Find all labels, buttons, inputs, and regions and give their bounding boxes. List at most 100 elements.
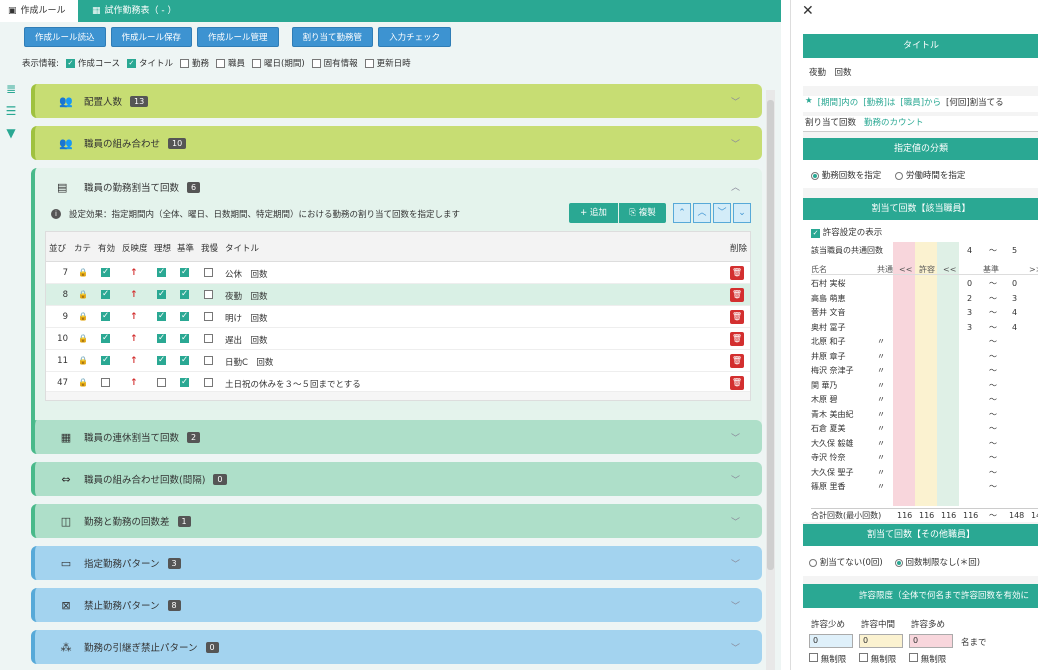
section-designated-pattern[interactable]: ▭ 指定勤務パターン 3 ﹀ — [31, 546, 762, 580]
ideal-checkbox[interactable]: ✓ — [157, 356, 166, 365]
base-checkbox[interactable]: ✓ — [180, 290, 189, 299]
staff-row[interactable]: 木原 碧〃～ — [811, 394, 1038, 405]
base-checkbox[interactable]: ✓ — [180, 312, 189, 321]
staff-row[interactable]: 菅井 文音 3 ～ 4 — [811, 307, 1038, 318]
staff-row[interactable]: 篠原 里香〃～ — [811, 481, 1038, 492]
copy-rule-button[interactable]: ⎘ 複製 — [619, 203, 666, 223]
ideal-checkbox[interactable]: ✓ — [157, 290, 166, 299]
scrollbar-thumb[interactable] — [767, 100, 774, 570]
save-rules-button[interactable]: 作成ルール保存 — [110, 27, 193, 47]
display-unique-checkbox[interactable]: 固有情報 — [311, 57, 358, 69]
table-row[interactable]: 11 🔒 ✓ ↑ ✓ ✓ 日勤C 回数 🗑 — [46, 350, 750, 372]
table-row[interactable]: 10 🔒 ✓ ↑ ✓ ✓ 遅出 回数 🗑 — [46, 328, 750, 350]
valid-checkbox[interactable]: ✓ — [101, 334, 110, 343]
panel-header[interactable]: ▤ 職員の勤務割当て回数 6 — [57, 180, 201, 194]
ideal-checkbox[interactable]: ✓ — [157, 268, 166, 277]
spec-count-radio[interactable]: 勤務回数を指定 — [811, 169, 881, 181]
assign-shift-button[interactable]: 割り当て勤務管 — [291, 27, 374, 47]
trash-icon[interactable]: 🗑 — [730, 310, 744, 324]
trash-icon[interactable]: 🗑 — [730, 354, 744, 368]
patience-checkbox[interactable] — [204, 378, 213, 387]
move-bottom-button[interactable]: ⌄ — [733, 203, 751, 223]
move-top-button[interactable]: ⌃ — [673, 203, 691, 223]
staff-row[interactable]: 井原 章子〃～ — [811, 351, 1038, 362]
tag-shift[interactable]: [勤務]は — [863, 96, 895, 112]
table-row[interactable]: 7 🔒 ✓ ↑ ✓ ✓ 公休 回数 🗑 — [46, 262, 750, 284]
valid-checkbox[interactable]: ✓ — [101, 268, 110, 277]
section-staff-combination[interactable]: 👥 職員の組み合わせ 10 ﹀ — [31, 126, 762, 160]
section-shift-difference[interactable]: ◫ 勤務と勤務の回数差 1 ﹀ — [31, 504, 762, 538]
display-shift-checkbox[interactable]: 勤務 — [179, 57, 209, 69]
input-check-button[interactable]: 入力チェック — [378, 27, 452, 47]
star-icon[interactable]: ★ — [805, 96, 813, 112]
load-rules-button[interactable]: 作成ルール読込 — [24, 27, 106, 47]
spec-hours-radio[interactable]: 労働時間を指定 — [895, 169, 965, 181]
staff-row[interactable]: 高島 萌恵 2 ～ 3 — [811, 293, 1038, 304]
allow-setting-checkbox[interactable]: ✓ 許容設定の表示 — [811, 226, 882, 238]
base-checkbox[interactable]: ✓ — [180, 268, 189, 277]
section-staffing-count[interactable]: 👥 配置人数 13 ﹀ — [31, 84, 762, 118]
tag-staff[interactable]: [職員]から — [900, 96, 941, 112]
ideal-checkbox[interactable] — [157, 378, 166, 387]
list-search-icon[interactable]: ≣ — [6, 82, 16, 96]
staff-row[interactable]: 大久保 聖子〃～ — [811, 467, 1038, 478]
staff-row[interactable]: 奥村 冨子 3 ～ 4 — [811, 322, 1038, 333]
valid-checkbox[interactable]: ✓ — [101, 356, 110, 365]
trash-icon[interactable]: 🗑 — [730, 376, 744, 390]
limit-low-input[interactable]: 0 — [809, 634, 853, 648]
patience-checkbox[interactable] — [204, 312, 213, 321]
unlimited-low-checkbox[interactable]: 無制限 — [809, 653, 846, 665]
staff-row[interactable]: 石村 実桜 0 ～ 0 — [811, 278, 1038, 289]
patience-checkbox[interactable] — [204, 356, 213, 365]
manage-rules-button[interactable]: 作成ルール管理 — [197, 27, 279, 47]
valid-checkbox[interactable]: ✓ — [101, 312, 110, 321]
tab-trial-schedule[interactable]: ▦ 試作勤務表（ - ） — [84, 0, 185, 22]
tag-period[interactable]: [期間]内の — [818, 96, 859, 112]
staff-row[interactable]: 寺沢 怜奈〃～ — [811, 452, 1038, 463]
staff-row[interactable]: 石倉 夏美〃～ — [811, 423, 1038, 434]
section-handover-forbidden[interactable]: ⁂ 勤務の引継ぎ禁止パターン 0 ﹀ — [31, 630, 762, 664]
display-weekday-checkbox[interactable]: 曜日(期間) — [252, 57, 305, 69]
staff-row[interactable]: 関 華乃〃～ — [811, 380, 1038, 391]
trash-icon[interactable]: 🗑 — [730, 288, 744, 302]
trash-icon[interactable]: 🗑 — [730, 332, 744, 346]
display-updated-checkbox[interactable]: 更新日時 — [364, 57, 411, 69]
subtab-shift-count[interactable]: 勤務のカウント — [864, 116, 924, 131]
close-icon[interactable]: ✕ — [802, 3, 814, 19]
tag-count[interactable]: [何回]割当てる — [946, 96, 1004, 112]
ideal-checkbox[interactable]: ✓ — [157, 334, 166, 343]
base-checkbox[interactable]: ✓ — [180, 356, 189, 365]
chevron-up-icon[interactable]: ︿ — [731, 180, 740, 193]
staff-row[interactable]: 青木 美由紀〃～ — [811, 409, 1038, 420]
staff-row[interactable]: 北原 和子〃～ — [811, 336, 1038, 347]
valid-checkbox[interactable]: ✓ — [101, 290, 110, 299]
section-consecutive-holiday[interactable]: ▦ 職員の連休割当て回数 2 ﹀ — [31, 420, 762, 454]
unlimited-mid-checkbox[interactable]: 無制限 — [859, 653, 896, 665]
trash-icon[interactable]: 🗑 — [730, 266, 744, 280]
move-up-button[interactable]: ︿ — [693, 203, 711, 223]
limit-mid-input[interactable]: 0 — [859, 634, 903, 648]
title-field[interactable]: 夜勤 回数 — [803, 58, 1038, 86]
list-icon[interactable]: ☰ — [6, 104, 17, 118]
table-row[interactable]: 8 🔒 ✓ ↑ ✓ ✓ 夜勤 回数 🗑 — [46, 284, 750, 306]
unlimited-high-checkbox[interactable]: 無制限 — [909, 653, 946, 665]
staff-row[interactable]: 梅沢 奈津子〃～ — [811, 365, 1038, 376]
display-course-checkbox[interactable]: ✓ 作成コース — [65, 57, 120, 69]
section-forbidden-pattern[interactable]: ⊠ 禁止勤務パターン 8 ﹀ — [31, 588, 762, 622]
move-down-button[interactable]: ﹀ — [713, 203, 731, 223]
no-assign-radio[interactable]: 割当てない(0回) — [809, 556, 883, 568]
filter-icon[interactable]: ▼ — [6, 126, 15, 140]
display-staff-checkbox[interactable]: 職員 — [215, 57, 245, 69]
subtab-assign-count[interactable]: 割り当て回数 — [805, 116, 856, 131]
limit-high-input[interactable]: 0 — [909, 634, 953, 648]
patience-checkbox[interactable] — [204, 334, 213, 343]
display-title-checkbox[interactable]: ✓ タイトル — [126, 57, 173, 69]
patience-checkbox[interactable] — [204, 290, 213, 299]
ideal-checkbox[interactable]: ✓ — [157, 312, 166, 321]
base-checkbox[interactable]: ✓ — [180, 378, 189, 387]
patience-checkbox[interactable] — [204, 268, 213, 277]
valid-checkbox[interactable] — [101, 378, 110, 387]
staff-row[interactable]: 大久保 毅雄〃～ — [811, 438, 1038, 449]
table-row[interactable]: 9 🔒 ✓ ↑ ✓ ✓ 明け 回数 🗑 — [46, 306, 750, 328]
add-rule-button[interactable]: + 追加 — [569, 203, 618, 223]
